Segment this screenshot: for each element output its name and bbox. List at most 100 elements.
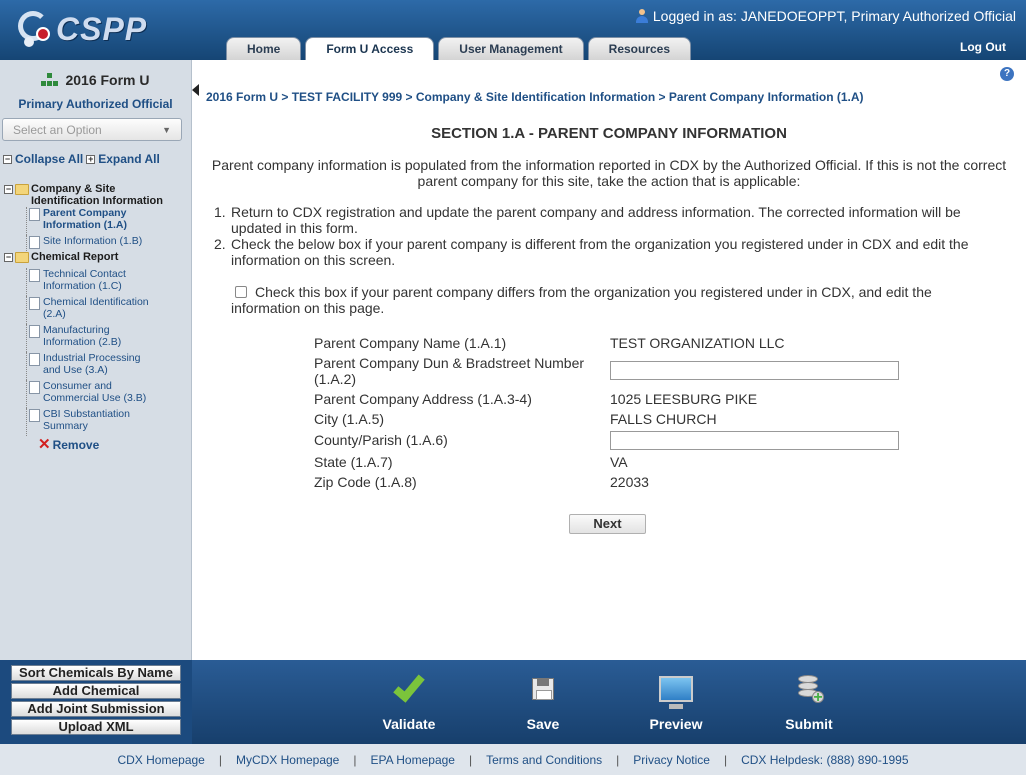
folder-icon: [15, 184, 29, 195]
tree-item-technical-contact[interactable]: Technical Contact Information (1.C): [26, 268, 191, 296]
footer-link-epa-homepage[interactable]: EPA Homepage: [370, 753, 455, 767]
footer-separator: |: [353, 752, 357, 767]
upload-xml-button[interactable]: Upload XML: [11, 719, 181, 735]
page-icon: [29, 409, 40, 422]
instruction-item: 1. Return to CDX registration and update…: [214, 204, 1004, 236]
sidebar-actions: Sort Chemicals By Name Add Chemical Add …: [0, 660, 192, 744]
action-bar: Validate Save Preview + Submit: [192, 660, 1026, 744]
instruction-number: 2.: [214, 236, 226, 252]
tree-group-label: Company & Site Identification Informatio…: [31, 183, 163, 207]
tree-item-cbi-substantiation[interactable]: CBI Substantiation Summary: [26, 408, 191, 436]
footer-link-cdx-homepage[interactable]: CDX Homepage: [117, 753, 204, 767]
tab-resources[interactable]: Resources: [587, 37, 692, 60]
preview-button[interactable]: Preview: [626, 670, 726, 732]
monitor-icon: [659, 676, 693, 709]
sidebar-role: Primary Authorized Official: [18, 97, 173, 111]
next-button[interactable]: Next: [569, 514, 646, 534]
validate-label: Validate: [382, 716, 436, 732]
tree-item-label: Technical Contact Information (1.C): [43, 268, 126, 292]
cspp-logo-icon: [12, 7, 56, 51]
collapse-all-link[interactable]: Collapse All: [15, 152, 83, 166]
footer-link-helpdesk[interactable]: CDX Helpdesk: (888) 890-1995: [741, 753, 908, 767]
tree-item-site-information[interactable]: Site Information (1.B): [26, 235, 191, 251]
tree-item-chemical-identification[interactable]: Chemical Identification (2.A): [26, 296, 191, 324]
duns-input[interactable]: [610, 361, 899, 380]
footer-link-privacy[interactable]: Privacy Notice: [633, 753, 710, 767]
footer-link-mycdx-homepage[interactable]: MyCDX Homepage: [236, 753, 339, 767]
add-chemical-button[interactable]: Add Chemical: [11, 683, 181, 699]
chevron-down-icon: ▼: [162, 124, 171, 135]
user-icon: [635, 9, 649, 23]
tree-group-chemical-report[interactable]: − Chemical Report: [4, 251, 191, 268]
floppy-disk-icon: [532, 678, 554, 700]
field-label-state: State (1.A.7): [314, 454, 393, 470]
database-add-icon: +: [798, 675, 824, 706]
logout-link[interactable]: Log Out: [960, 40, 1006, 54]
page-icon: [29, 381, 40, 394]
logo-text: CSPP: [56, 10, 148, 47]
parent-differs-label: Check this box if your parent company di…: [231, 284, 932, 316]
county-input[interactable]: [610, 431, 899, 450]
intro-text: Parent company information is populated …: [211, 157, 1007, 189]
field-label-duns: Parent Company Dun & Bradstreet Number (…: [314, 355, 585, 387]
footer-separator: |: [468, 752, 473, 767]
validate-button[interactable]: Validate: [359, 669, 459, 732]
folder-icon: [15, 252, 29, 263]
field-label-county: County/Parish (1.A.6): [314, 432, 448, 448]
footer-separator: |: [616, 752, 620, 767]
sort-chemicals-button[interactable]: Sort Chemicals By Name: [11, 665, 181, 681]
tree-item-label: Manufacturing Information (2.B): [43, 324, 122, 348]
option-select-placeholder: Select an Option: [13, 122, 102, 137]
page-title: SECTION 1.A - PARENT COMPANY INFORMATION: [431, 125, 787, 142]
tree-item-label: Chemical Identification (2.A): [43, 296, 149, 320]
minus-icon[interactable]: −: [4, 185, 13, 194]
tree-item-parent-company[interactable]: Parent Company Information (1.A): [26, 207, 191, 235]
save-label: Save: [526, 716, 560, 732]
save-button[interactable]: Save: [493, 670, 593, 732]
tree-item-label: Industrial Processing and Use (3.A): [43, 352, 141, 376]
footer-link-terms[interactable]: Terms and Conditions: [486, 753, 602, 767]
tree-group-label: Chemical Report: [31, 251, 119, 263]
field-value-city: FALLS CHURCH: [610, 411, 717, 427]
expand-all-link[interactable]: Expand All: [98, 152, 160, 166]
parent-differs-checkbox[interactable]: [235, 286, 247, 298]
add-joint-submission-button[interactable]: Add Joint Submission: [11, 701, 181, 717]
tree-item-label: Parent Company Information (1.A): [43, 207, 127, 231]
minus-icon[interactable]: −: [4, 253, 13, 262]
sidebar-title: 2016 Form U: [0, 72, 191, 88]
submit-button[interactable]: + Submit: [759, 670, 859, 732]
nav-tree: − Company & Site Identification Informat…: [0, 183, 191, 452]
tree-item-label: CBI Substantiation Summary: [43, 408, 130, 432]
preview-label: Preview: [649, 716, 703, 732]
field-value-company-name: TEST ORGANIZATION LLC: [610, 335, 785, 351]
help-icon[interactable]: ?: [1000, 67, 1014, 81]
tree-item-industrial-processing[interactable]: Industrial Processing and Use (3.A): [26, 352, 191, 380]
page-icon: [29, 297, 40, 310]
tree-item-label: Site Information (1.B): [43, 235, 143, 247]
breadcrumb[interactable]: 2016 Form U > TEST FACILITY 999 > Compan…: [206, 90, 864, 104]
tree-group-company-site[interactable]: − Company & Site Identification Informat…: [4, 183, 191, 207]
logged-in-info: Logged in as: JANEDOEOPPT, Primary Autho…: [635, 8, 1016, 24]
tree-item-consumer-commercial[interactable]: Consumer and Commercial Use (3.B): [26, 380, 191, 408]
cspp-logo[interactable]: CSPP: [12, 6, 147, 52]
page-icon: [29, 353, 40, 366]
parent-differs-row: Check this box if your parent company di…: [231, 284, 991, 316]
close-icon: ✕: [38, 436, 51, 453]
plus-icon: +: [86, 153, 96, 164]
tree-item-manufacturing[interactable]: Manufacturing Information (2.B): [26, 324, 191, 352]
checkmark-icon: [393, 669, 425, 703]
field-label-zip: Zip Code (1.A.8): [314, 474, 417, 490]
tree-controls: − Collapse All + Expand All: [3, 152, 191, 166]
org-chart-icon: [41, 73, 59, 87]
tab-user-management[interactable]: User Management: [438, 37, 584, 60]
footer-separator: |: [218, 752, 222, 767]
option-select[interactable]: Select an Option ▼: [2, 118, 182, 141]
sidebar: 2016 Form U Primary Authorized Official …: [0, 60, 192, 660]
remove-link[interactable]: ✕ Remove: [38, 436, 191, 453]
tab-form-u-access[interactable]: Form U Access: [305, 37, 435, 60]
collapse-sidebar-icon[interactable]: [192, 84, 199, 96]
main-tabs: Home Form U Access User Management Resou…: [226, 37, 692, 60]
page-icon: [29, 208, 40, 221]
field-label-company-name: Parent Company Name (1.A.1): [314, 335, 507, 351]
tab-home[interactable]: Home: [226, 37, 302, 60]
